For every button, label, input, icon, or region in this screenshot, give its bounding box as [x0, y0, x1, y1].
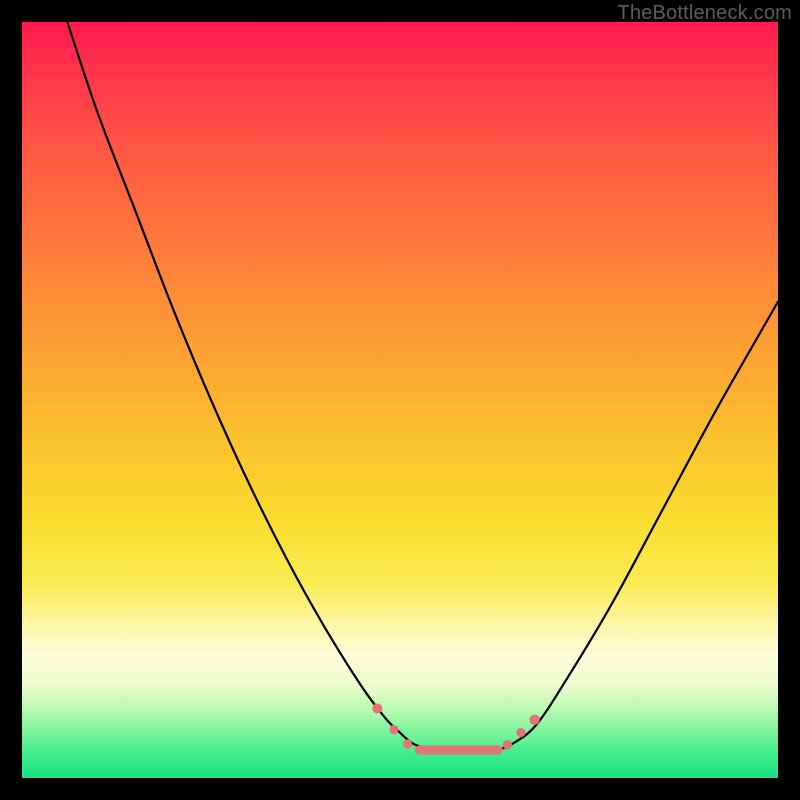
- right-mid-dot: [516, 728, 525, 737]
- right-upper-dot: [529, 715, 539, 725]
- chart-frame: TheBottleneck.com: [0, 0, 800, 800]
- bottleneck-curve: [67, 22, 778, 751]
- chart-svg: [22, 22, 778, 778]
- right-lower-dot: [503, 740, 512, 749]
- left-mid-dot: [389, 725, 398, 734]
- left-upper-dot: [372, 703, 382, 713]
- watermark-text: TheBottleneck.com: [617, 2, 792, 25]
- plot-area: [22, 22, 778, 778]
- curve-group: [67, 22, 778, 751]
- left-lower-dot: [403, 739, 412, 748]
